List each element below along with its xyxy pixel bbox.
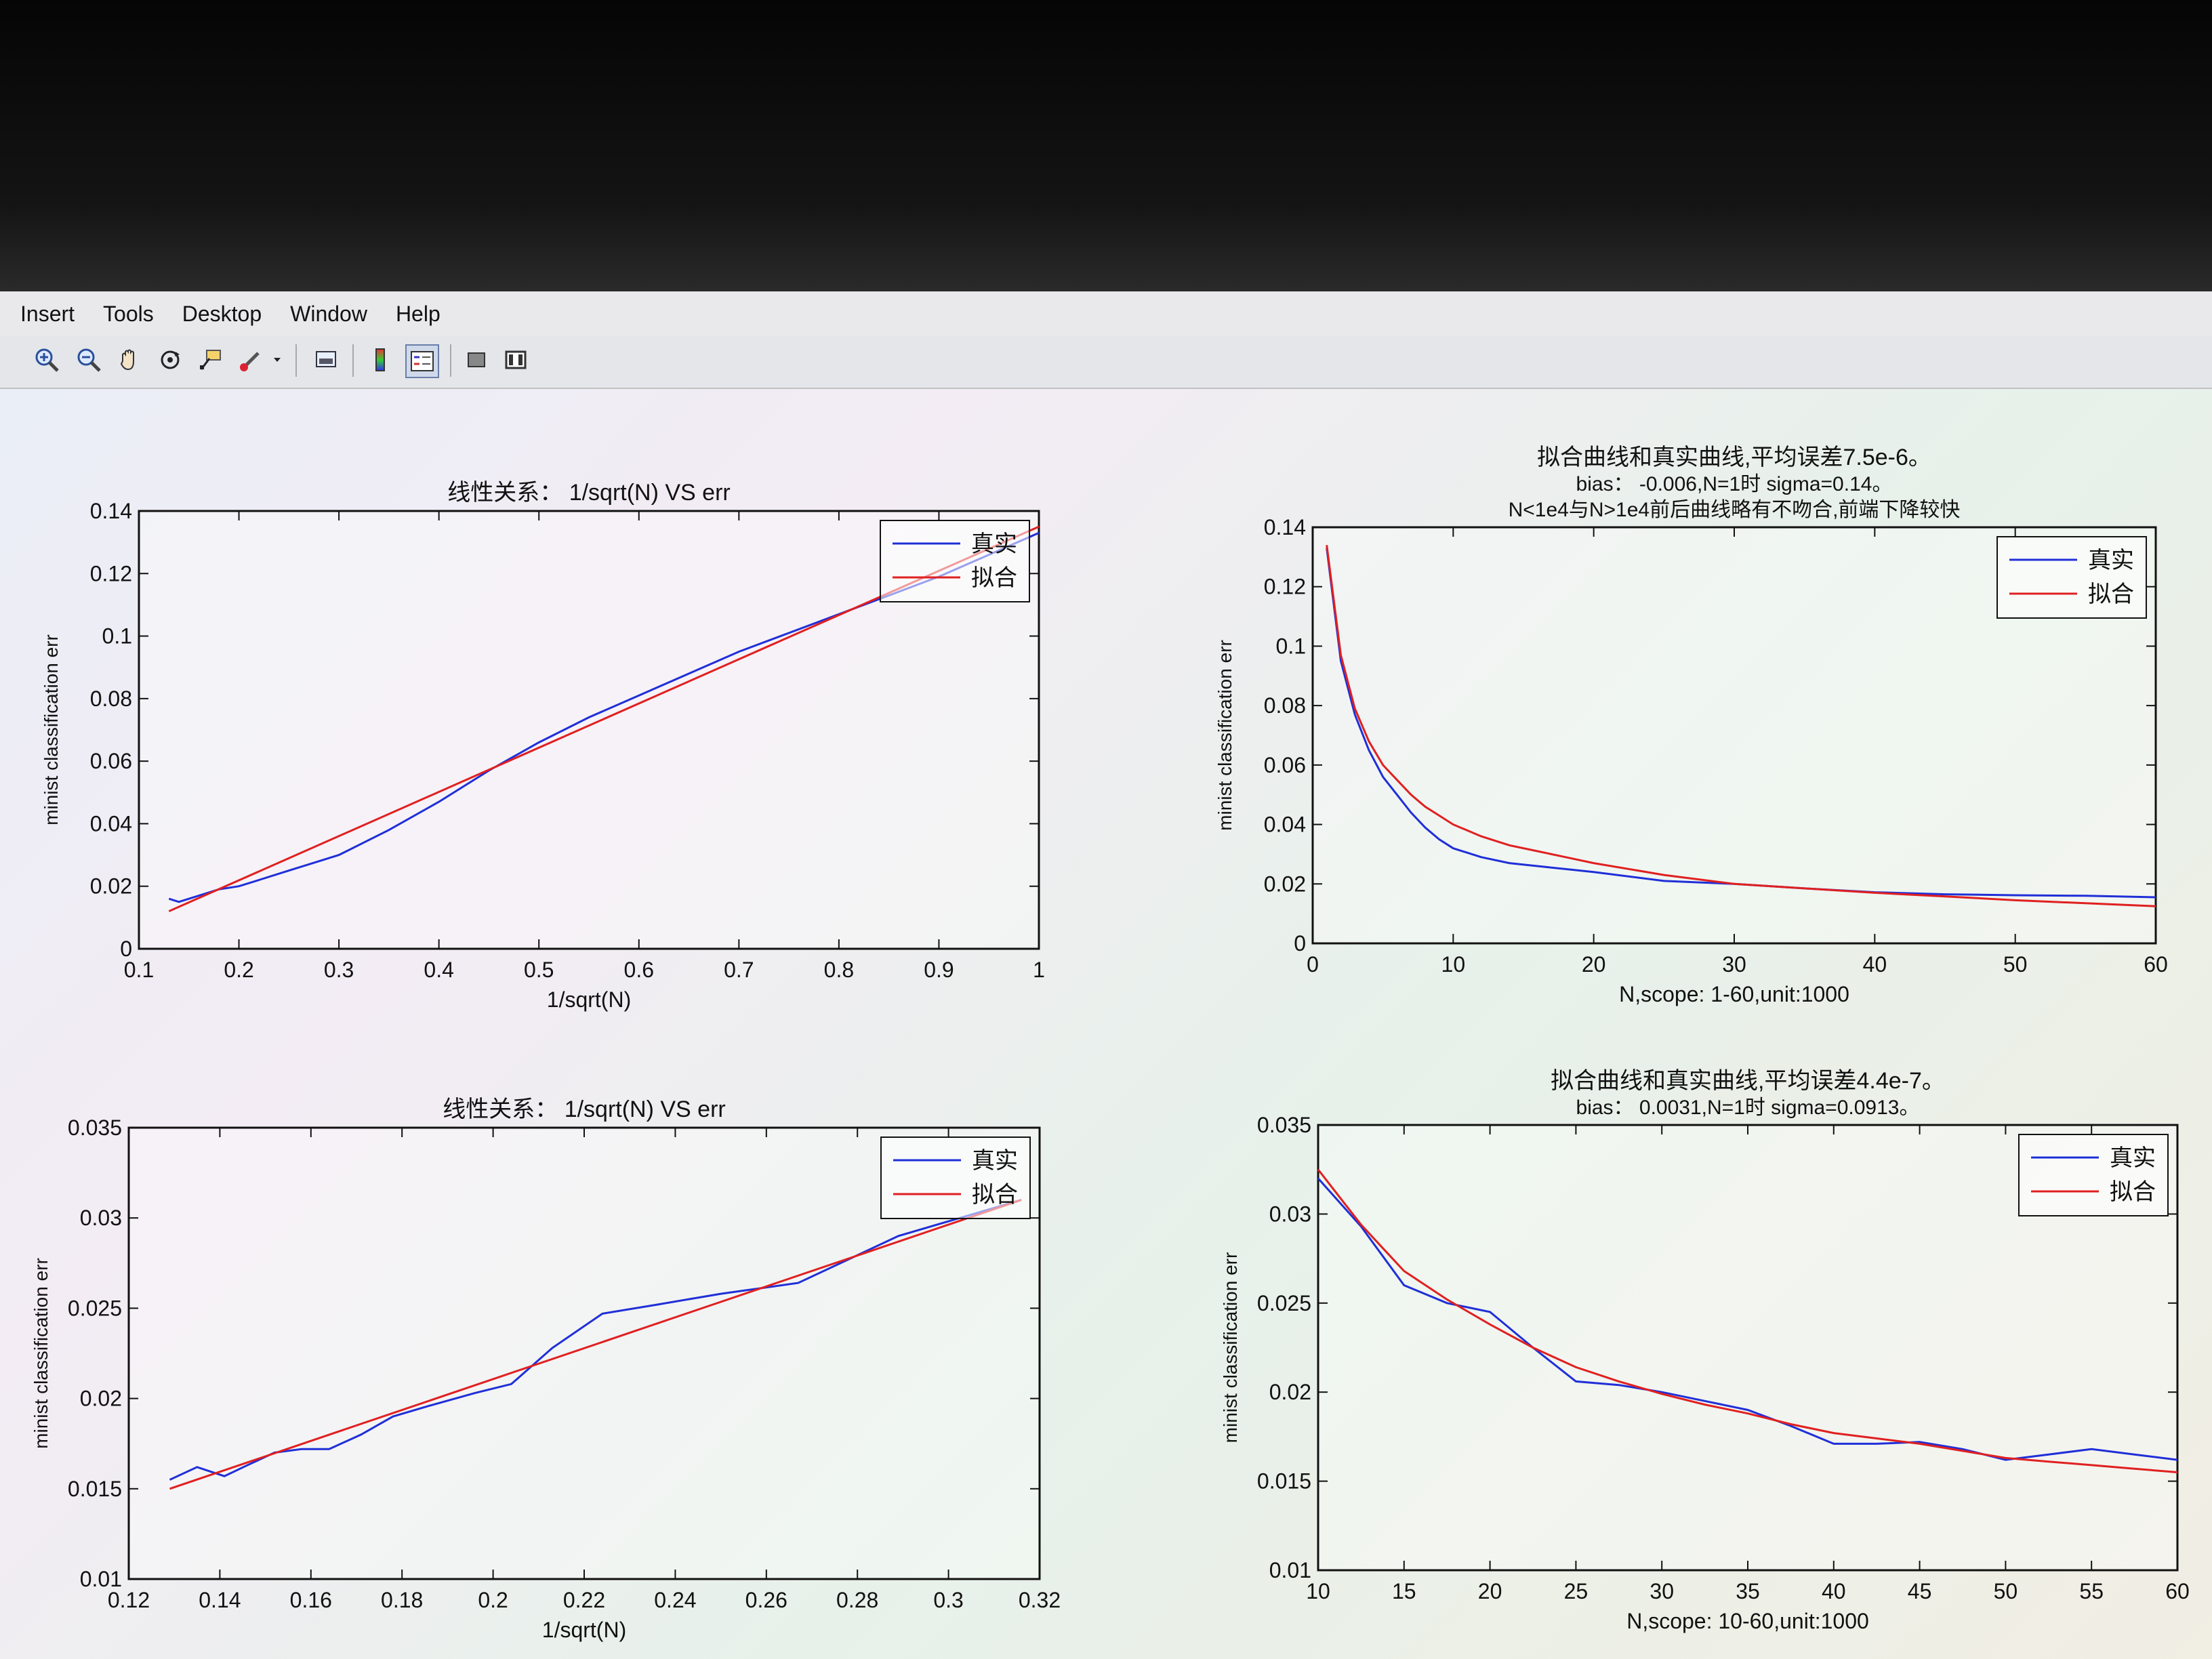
- x-tick-label: 0.16: [290, 1588, 332, 1612]
- y-tick-label: 0.025: [1257, 1291, 1311, 1315]
- y-axis-label: minist classification err: [30, 1258, 52, 1449]
- y-tick-label: 0.06: [1264, 753, 1306, 777]
- y-tick-label: 0.02: [1269, 1380, 1311, 1404]
- y-tick-label: 0.01: [1269, 1558, 1311, 1582]
- chart-title: N<1e4与N>1e4前后曲线略有不吻合,前端下降较快: [1509, 499, 1961, 521]
- y-tick-label: 0.02: [80, 1387, 122, 1411]
- chart-2: 0 10 20 30 40 50 60 0 0.02 0.04 0.06 0.08 0.1 0.12 0.1…: [1214, 445, 2168, 1006]
- x-tick-label: 0.2: [478, 1588, 508, 1612]
- x-tick-label: 40: [1863, 952, 1887, 977]
- x-tick-label: 0.18: [381, 1588, 423, 1612]
- x-tick-label: 10: [1441, 952, 1466, 977]
- y-axis-label: minist classification err: [1220, 1252, 1241, 1443]
- y-tick-label: 0.03: [1269, 1202, 1311, 1226]
- x-tick-label: 0.7: [724, 958, 754, 982]
- legend-label: 真实: [2088, 548, 2134, 573]
- y-tick-label: 0.08: [90, 687, 132, 711]
- x-tick-label: 50: [1994, 1579, 2018, 1603]
- x-tick-label: 0.9: [924, 958, 954, 982]
- x-tick-label: 0: [1307, 952, 1319, 977]
- y-tick-label: 0.035: [68, 1115, 122, 1140]
- y-tick-label: 0.06: [90, 749, 132, 773]
- chart-title: bias： -0.006,N=1时 sigma=0.14。: [1576, 473, 1893, 495]
- figure-window: Insert Tools Desktop Window Help 0.1 0.2…: [0, 291, 2212, 1659]
- x-axis-label: 1/sqrt(N): [547, 987, 631, 1012]
- y-tick-label: 0.03: [80, 1206, 122, 1230]
- x-tick-label: 20: [1478, 1579, 1502, 1603]
- x-tick-label: 0.3: [324, 958, 354, 982]
- chart-title: 线性关系： 1/sqrt(N) VS err: [447, 480, 730, 506]
- x-tick-label: 60: [2144, 952, 2168, 977]
- x-tick-label: 0.32: [1019, 1588, 1061, 1612]
- x-tick-label: 60: [2165, 1579, 2190, 1603]
- x-tick-label: 0.2: [224, 958, 253, 982]
- legend-label: 真实: [971, 531, 1017, 557]
- y-tick-label: 0.01: [80, 1567, 122, 1591]
- legend-label: 拟合: [971, 565, 1017, 591]
- y-tick-label: 0.035: [1257, 1113, 1311, 1137]
- x-tick-label: 0.4: [424, 958, 453, 982]
- chart-title: bias： 0.0031,N=1时 sigma=0.0913。: [1576, 1097, 1920, 1119]
- x-tick-label: 0.8: [824, 958, 854, 982]
- y-axis-label: minist classification err: [41, 634, 62, 825]
- chart-1: 0.1 0.2 0.3 0.4 0.5 0.6 0.7 0.8 0.9 1 0 0.02 0.04 0.0…: [41, 480, 1045, 1012]
- x-tick-label: 35: [1736, 1579, 1760, 1603]
- y-tick-label: 0.12: [90, 561, 132, 586]
- x-tick-label: 0.5: [524, 958, 554, 982]
- x-tick-label: 40: [1822, 1579, 1846, 1603]
- chart-3: 0.12 0.14 0.16 0.18 0.2 0.22 0.24 0.26 0.28 0.3 0.…: [30, 1097, 1061, 1642]
- chart-title: 拟合曲线和真实曲线,平均误差4.4e-7。: [1551, 1068, 1945, 1094]
- y-tick-label: 0.1: [102, 624, 132, 649]
- x-tick-label: 0.22: [563, 1588, 605, 1612]
- plots-canvas: 0.1 0.2 0.3 0.4 0.5 0.6 0.7 0.8 0.9 100.020.040.0…: [30, 445, 2190, 1642]
- y-tick-label: 0.14: [1264, 515, 1306, 539]
- x-tick-label: 0.12: [108, 1588, 150, 1612]
- x-tick-label: 0.24: [654, 1588, 696, 1612]
- x-tick-label: 20: [1582, 952, 1606, 977]
- y-tick-label: 0.14: [90, 499, 132, 523]
- y-tick-label: 0: [120, 937, 132, 961]
- y-axis-label: minist classification err: [1214, 640, 1235, 831]
- chart-title: 拟合曲线和真实曲线,平均误差7.5e-6。: [1537, 445, 1931, 470]
- x-tick-label: 15: [1392, 1579, 1416, 1603]
- x-tick-label: 25: [1564, 1579, 1589, 1603]
- chart-title: 线性关系： 1/sqrt(N) VS err: [443, 1097, 725, 1122]
- y-tick-label: 0.12: [1264, 575, 1306, 599]
- x-axis-label: N,scope: 1-60,unit:1000: [1619, 982, 1849, 1006]
- x-tick-label: 45: [1908, 1579, 1932, 1603]
- legend-label: 拟合: [2088, 581, 2134, 607]
- x-tick-label: 55: [2079, 1579, 2104, 1603]
- monitor-bezel: [0, 0, 2212, 291]
- y-tick-label: 0.04: [1264, 813, 1306, 837]
- x-tick-label: 0.6: [624, 958, 654, 982]
- x-tick-label: 0.1: [124, 958, 154, 982]
- y-tick-label: 0.015: [68, 1477, 122, 1501]
- y-tick-label: 0.02: [1264, 872, 1306, 896]
- y-tick-label: 0.08: [1264, 693, 1306, 718]
- legend-label: 拟合: [972, 1182, 1018, 1208]
- x-tick-label: 0.14: [199, 1588, 241, 1612]
- x-axis-label: N,scope: 10-60,unit:1000: [1626, 1609, 1869, 1633]
- x-tick-label: 0.3: [933, 1588, 963, 1612]
- y-tick-label: 0.025: [68, 1296, 122, 1320]
- legend-label: 拟合: [2110, 1179, 2156, 1205]
- y-tick-label: 0.1: [1276, 634, 1306, 658]
- x-tick-label: 30: [1722, 952, 1746, 977]
- y-tick-label: 0.02: [90, 874, 132, 899]
- legend-label: 真实: [972, 1148, 1018, 1174]
- y-tick-label: 0.04: [90, 811, 132, 836]
- x-tick-label: 1: [1033, 958, 1045, 982]
- x-tick-label: 10: [1306, 1579, 1330, 1603]
- legend-label: 真实: [2110, 1145, 2156, 1171]
- x-tick-label: 50: [2003, 952, 2028, 977]
- x-tick-label: 30: [1650, 1579, 1674, 1603]
- chart-4: 10 15 20 25 30 35 40 45 50 55 60 0.01 0.015 0.02 0.025…: [1220, 1068, 2190, 1633]
- x-axis-label: 1/sqrt(N): [542, 1618, 626, 1642]
- x-tick-label: 0.28: [836, 1588, 878, 1612]
- x-tick-label: 0.26: [745, 1588, 787, 1612]
- y-tick-label: 0: [1294, 931, 1306, 956]
- y-tick-label: 0.015: [1257, 1469, 1311, 1494]
